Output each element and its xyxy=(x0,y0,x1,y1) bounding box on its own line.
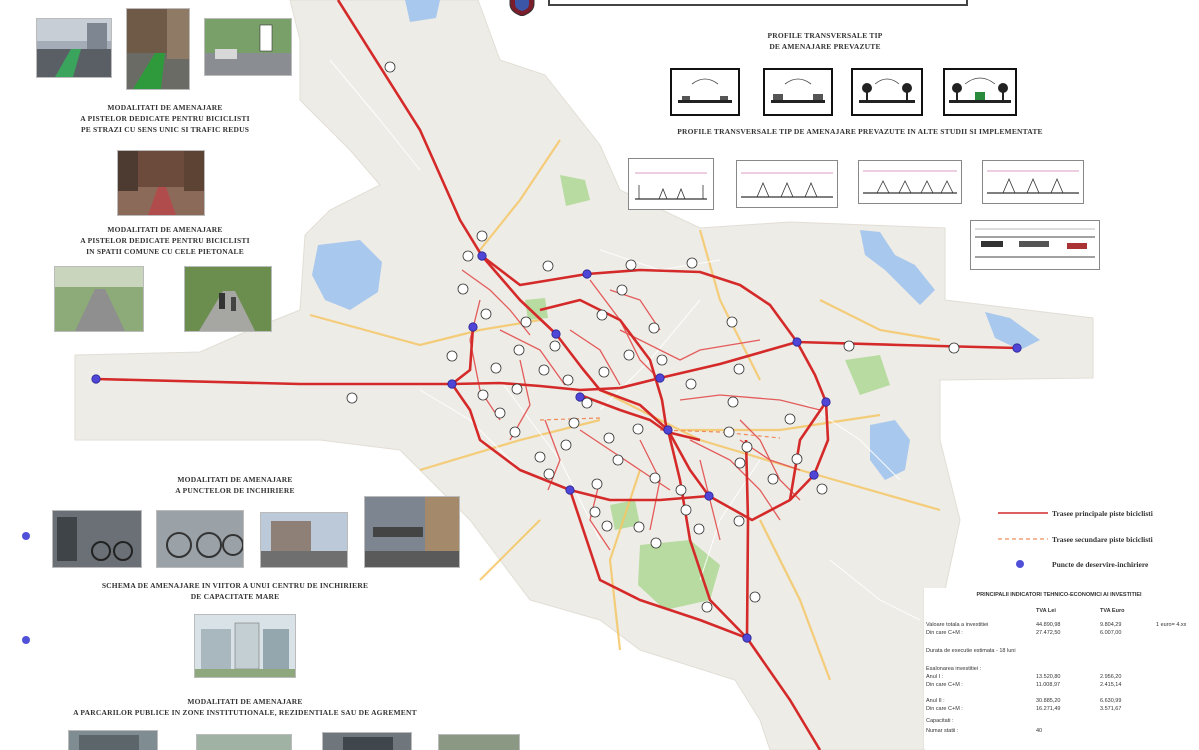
photo-shared-path-1 xyxy=(54,266,144,332)
rental-point xyxy=(582,269,592,279)
profile-other-3 xyxy=(858,160,962,204)
caption-center: SCHEMA DE AMENAJARE IN VIITOR A UNUI CEN… xyxy=(101,581,369,601)
photo-bike-lane-3 xyxy=(204,18,292,76)
col-lei: TVA Lei xyxy=(1036,608,1056,614)
photo-rental-station-2 xyxy=(156,510,244,568)
photo-rental-station-3 xyxy=(260,512,348,568)
row-euro: 2.956,20 xyxy=(1100,674,1122,680)
row-euro: 3.571,67 xyxy=(1100,706,1122,712)
profile-other-5 xyxy=(970,220,1100,270)
profile-planned-4 xyxy=(943,68,1017,116)
row-label: Esalonarea investitiei : xyxy=(926,666,982,672)
photo-parking-2 xyxy=(196,734,292,750)
caption-profiles-planned: PROFILE TRANSVERSALE TIP DE AMENAJARE PR… xyxy=(767,31,883,51)
table-title: PRINCIPALII INDICATORI TEHNICO-ECONOMICI… xyxy=(976,592,1142,598)
photo-rental-station-4 xyxy=(364,496,460,568)
row-lei: 16.271,49 xyxy=(1036,706,1061,712)
rental-point xyxy=(447,379,457,389)
row-euro: 6.630,99 xyxy=(1100,698,1122,704)
rental-point xyxy=(91,374,101,384)
photo-rental-station-1 xyxy=(52,510,142,568)
rental-point xyxy=(663,425,673,435)
caption-points: MODALITATI DE AMENAJARE A PUNCTELOR DE I… xyxy=(175,475,295,495)
caption-shared: MODALITATI DE AMENAJARE A PISTELOR DEDIC… xyxy=(80,225,250,256)
profile-other-4 xyxy=(982,160,1084,204)
rental-point xyxy=(792,337,802,347)
row-euro: 2.415,14 xyxy=(1100,682,1122,688)
investment-indicators-table: PRINCIPALII INDICATORI TEHNICO-ECONOMICI… xyxy=(924,588,1194,748)
map-poster: MODALITATI DE AMENAJARE A PISTELOR DEDIC… xyxy=(0,0,1199,750)
legend-point-label: Puncte de deservire-inchiriere xyxy=(1052,560,1149,569)
rental-point xyxy=(551,329,561,339)
rental-point xyxy=(655,373,665,383)
photo-parking-3 xyxy=(322,732,412,750)
row-euro: 6.007,00 xyxy=(1100,630,1122,636)
caption-oneway: MODALITATI DE AMENAJARE A PISTELOR DEDIC… xyxy=(80,103,250,134)
row-label: Numar statii : xyxy=(926,728,959,734)
col-euro: TVA Euro xyxy=(1100,608,1125,614)
row-label: Anul I : xyxy=(926,674,944,680)
rental-point-legend-dot-1 xyxy=(22,532,30,540)
row-label: Din care C+M : xyxy=(926,682,963,688)
row-label: Anul II : xyxy=(926,698,945,704)
photo-parking-4 xyxy=(438,734,520,750)
coat-of-arms xyxy=(509,0,535,16)
rental-point xyxy=(704,491,714,501)
caption-parking: MODALITATI DE AMENAJARE A PARCARILOR PUB… xyxy=(73,697,417,717)
profile-other-1 xyxy=(628,158,714,210)
row-lei: 11.008,97 xyxy=(1036,682,1061,688)
legend-line-secondary xyxy=(998,538,1048,540)
row-lei: 27.472,50 xyxy=(1036,630,1061,636)
profile-planned-1 xyxy=(670,68,740,116)
photo-bike-lane-2 xyxy=(126,8,190,90)
photo-shared-path-2 xyxy=(184,266,272,332)
legend-main-label: Trasee principale piste biciclisti xyxy=(1052,509,1153,518)
row-label: Durata de executie estimata - 18 luni xyxy=(926,648,1016,654)
legend-point-dot xyxy=(1016,560,1024,568)
row-label: Capacitati : xyxy=(926,718,954,724)
legend-secondary-label: Trasee secundare piste biciclisti xyxy=(1052,535,1153,544)
row-note: 1 euro= 4.xx xyxy=(1156,622,1187,628)
rental-point xyxy=(477,251,487,261)
title-frame xyxy=(548,0,968,6)
row-lei: 30.885,20 xyxy=(1036,698,1061,704)
photo-parking-1 xyxy=(68,730,158,750)
profile-planned-3 xyxy=(851,68,923,116)
caption-profiles-other: PROFILE TRANSVERSALE TIP DE AMENAJARE PR… xyxy=(677,127,1043,136)
rental-point xyxy=(742,633,752,643)
rental-point xyxy=(1012,343,1022,353)
row-lei: 44.890,98 xyxy=(1036,622,1061,628)
profile-planned-2 xyxy=(763,68,833,116)
rental-point xyxy=(809,470,819,480)
rental-point xyxy=(821,397,831,407)
rental-point xyxy=(468,322,478,332)
photo-rental-center xyxy=(194,614,296,678)
photo-shared-street xyxy=(117,150,205,216)
rental-point xyxy=(565,485,575,495)
rental-point xyxy=(575,392,585,402)
photo-bike-lane-1 xyxy=(36,18,112,78)
row-lei: 13.520,80 xyxy=(1036,674,1061,680)
row-label: Din care C+M : xyxy=(926,706,963,712)
row-euro: 9.804,29 xyxy=(1100,622,1122,628)
row-lei: 40 xyxy=(1036,728,1043,734)
legend-line-main xyxy=(998,512,1048,514)
row-label: Din care C+M : xyxy=(926,630,963,636)
profile-other-2 xyxy=(736,160,838,208)
rental-point-legend-dot-2 xyxy=(22,636,30,644)
row-label: Valoare totala a investitiei xyxy=(926,622,989,628)
